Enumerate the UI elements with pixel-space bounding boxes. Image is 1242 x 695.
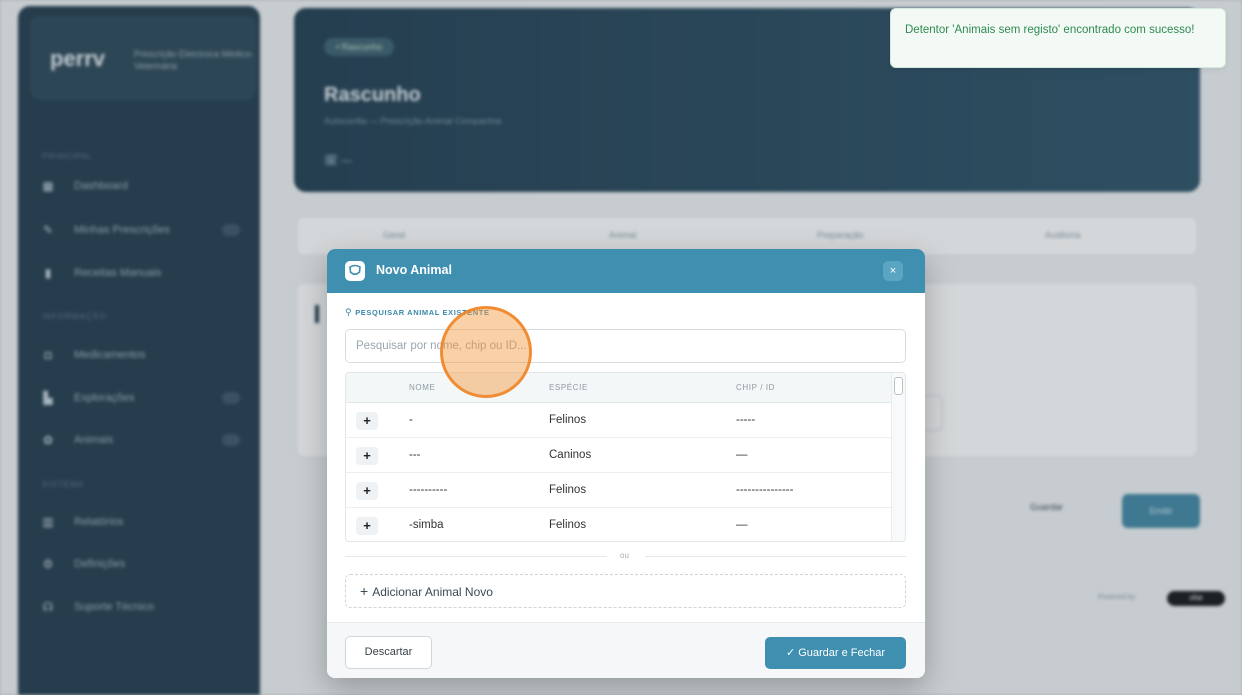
table-header: NOME ESPÉCIE CHIP / ID xyxy=(346,373,891,403)
column-header-name: NOME xyxy=(409,383,436,392)
cell-name: - xyxy=(409,414,413,426)
divider-left xyxy=(345,556,607,557)
animal-shield-icon xyxy=(345,261,365,281)
success-toast: Detentor 'Animais sem registo' encontrad… xyxy=(890,8,1226,68)
cell-name: --- xyxy=(409,449,421,461)
scrollbar-track[interactable] xyxy=(891,373,905,541)
search-icon: ⚲ xyxy=(345,307,353,317)
cell-species: Caninos xyxy=(549,449,592,461)
table-row[interactable]: + ---------- Felinos --------------- xyxy=(346,473,891,508)
add-new-animal-button[interactable]: + Adicionar Animal Novo xyxy=(345,574,906,608)
save-and-close-button[interactable]: ✓ Guardar e Fechar xyxy=(765,637,906,669)
cell-species: Felinos xyxy=(549,414,587,426)
scrollbar-thumb[interactable] xyxy=(894,377,903,395)
cell-chip: --------------- xyxy=(736,484,794,496)
add-animal-row-button[interactable]: + xyxy=(356,412,378,430)
or-divider-label: ou xyxy=(620,551,629,560)
modal-footer: Descartar ✓ Guardar e Fechar xyxy=(327,622,925,678)
add-new-animal-label: Adicionar Animal Novo xyxy=(372,585,493,599)
cell-chip: ----- xyxy=(736,414,756,426)
modal-header: Novo Animal × xyxy=(327,249,925,293)
discard-button[interactable]: Descartar xyxy=(345,636,432,669)
plus-icon: + xyxy=(360,583,369,599)
add-animal-row-button[interactable]: + xyxy=(356,447,378,465)
cell-species: Felinos xyxy=(549,484,587,496)
cell-chip: — xyxy=(736,449,748,461)
modal-title: Novo Animal xyxy=(376,263,452,277)
cell-name: -simba xyxy=(409,519,444,531)
table-row[interactable]: + -simba Felinos — xyxy=(346,508,891,541)
close-button[interactable]: × xyxy=(883,261,903,281)
cell-name: ---------- xyxy=(409,484,448,496)
add-animal-row-button[interactable]: + xyxy=(356,517,378,535)
animal-results-table: NOME ESPÉCIE CHIP / ID + - Felinos -----… xyxy=(345,372,906,542)
animal-search-input[interactable] xyxy=(345,329,906,363)
table-row[interactable]: + --- Caninos — xyxy=(346,438,891,473)
click-indicator xyxy=(440,306,532,398)
column-header-chip: CHIP / ID xyxy=(736,383,776,392)
column-header-species: ESPÉCIE xyxy=(549,383,588,392)
divider-right xyxy=(645,556,906,557)
cell-species: Felinos xyxy=(549,519,587,531)
cell-chip: — xyxy=(736,519,748,531)
add-animal-row-button[interactable]: + xyxy=(356,482,378,500)
new-animal-modal: Novo Animal × ⚲ PESQUISAR ANIMAL EXISTENT… xyxy=(327,249,925,678)
table-row[interactable]: + - Felinos ----- xyxy=(346,403,891,438)
